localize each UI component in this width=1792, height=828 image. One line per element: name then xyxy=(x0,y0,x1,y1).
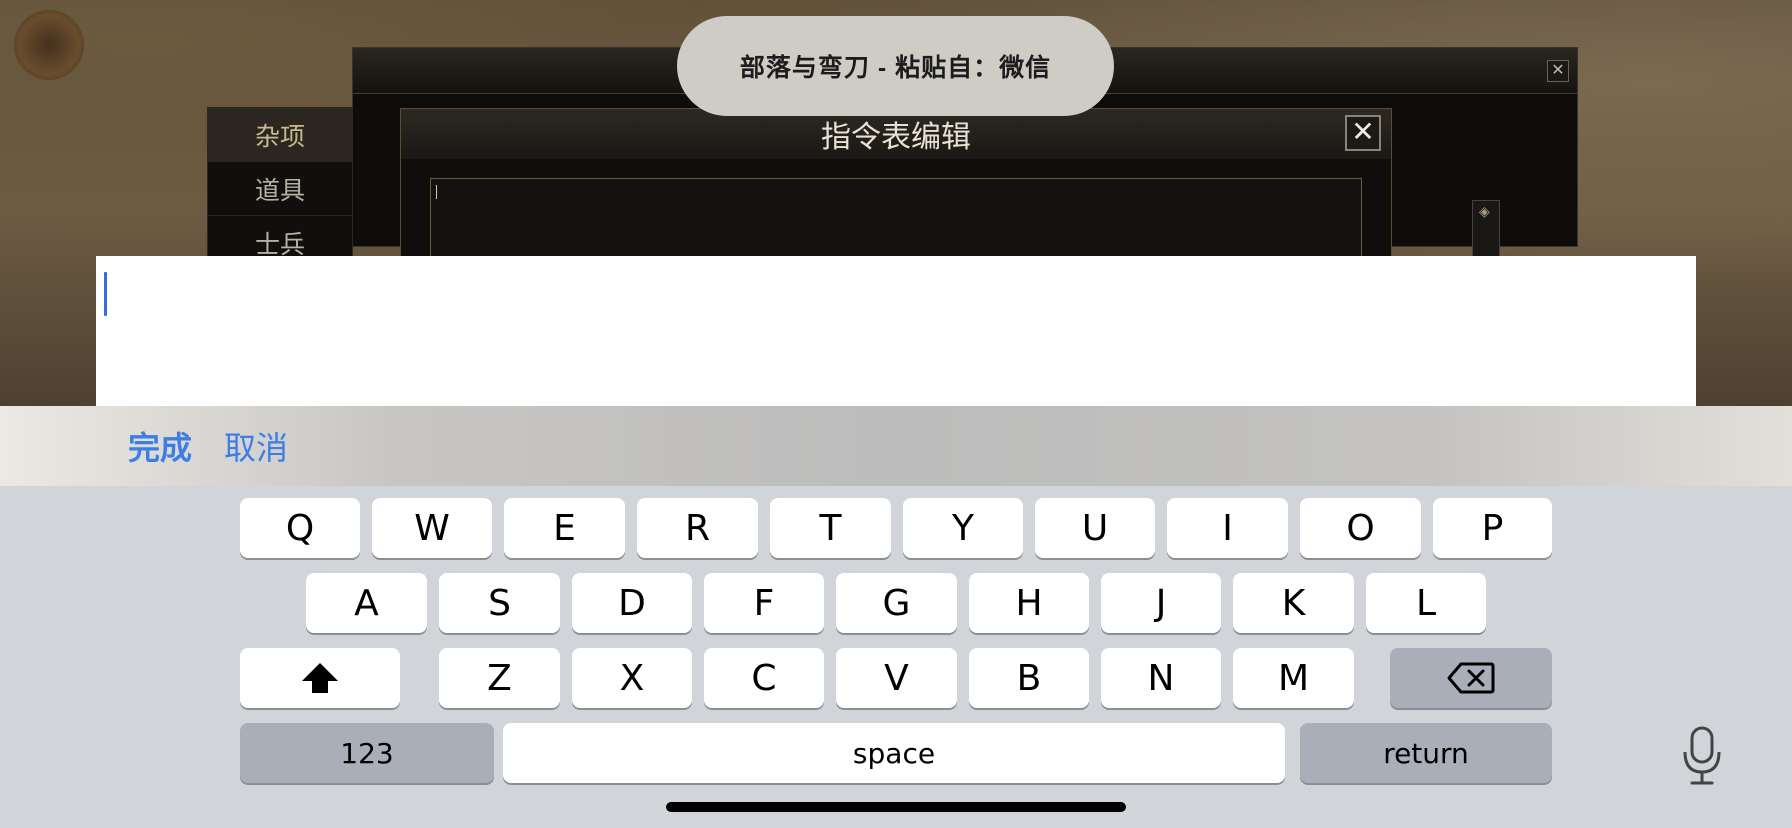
microphone-icon[interactable] xyxy=(1680,726,1724,786)
text-caret xyxy=(104,272,107,316)
key-c[interactable]: C xyxy=(704,648,824,708)
key-l[interactable]: L xyxy=(1366,573,1486,633)
side-menu-item-misc[interactable]: 杂项 xyxy=(208,108,352,162)
backspace-key[interactable] xyxy=(1390,648,1552,708)
key-b[interactable]: B xyxy=(969,648,1089,708)
cancel-button[interactable]: 取消 xyxy=(224,423,288,469)
key-d[interactable]: D xyxy=(572,573,692,633)
numbers-key[interactable]: 123 xyxy=(240,723,494,783)
key-k[interactable]: K xyxy=(1233,573,1354,633)
key-e[interactable]: E xyxy=(504,498,625,558)
key-r[interactable]: R xyxy=(637,498,758,558)
shift-key[interactable] xyxy=(240,648,400,708)
side-menu: 杂项 道具 士兵 xyxy=(207,107,353,270)
key-q[interactable]: Q xyxy=(240,498,360,558)
dialog-caret xyxy=(436,185,437,199)
dialog-title: 指令表编辑 xyxy=(401,109,1391,159)
key-v[interactable]: V xyxy=(836,648,957,708)
key-n[interactable]: N xyxy=(1101,648,1221,708)
paste-toast: 部落与弯刀 - 粘贴自：微信 xyxy=(677,16,1114,116)
key-p[interactable]: P xyxy=(1433,498,1552,558)
done-button[interactable]: 完成 xyxy=(128,423,192,469)
backspace-icon xyxy=(1447,662,1495,694)
key-u[interactable]: U xyxy=(1035,498,1155,558)
key-o[interactable]: O xyxy=(1300,498,1421,558)
return-key[interactable]: return xyxy=(1300,723,1552,783)
dialog-close-icon[interactable]: ✕ xyxy=(1345,115,1381,151)
home-indicator xyxy=(666,802,1126,812)
game-medallion-icon xyxy=(14,10,84,80)
key-z[interactable]: Z xyxy=(439,648,560,708)
scroll-diamond-icon: ◈ xyxy=(1479,203,1490,219)
key-j[interactable]: J xyxy=(1101,573,1221,633)
text-input-field[interactable] xyxy=(96,256,1696,406)
key-s[interactable]: S xyxy=(439,573,560,633)
space-key[interactable]: space xyxy=(503,723,1285,783)
key-i[interactable]: I xyxy=(1167,498,1288,558)
key-x[interactable]: X xyxy=(572,648,692,708)
keyboard-accessory-bar: 完成 取消 xyxy=(0,406,1792,486)
side-menu-item-items[interactable]: 道具 xyxy=(208,162,352,216)
key-f[interactable]: F xyxy=(704,573,824,633)
outer-window-close-icon[interactable]: ✕ xyxy=(1547,60,1569,82)
key-g[interactable]: G xyxy=(836,573,957,633)
key-a[interactable]: A xyxy=(306,573,427,633)
command-table-dialog: 指令表编辑 ✕ xyxy=(400,108,1392,298)
shift-arrow-icon xyxy=(302,663,338,693)
key-y[interactable]: Y xyxy=(903,498,1023,558)
key-w[interactable]: W xyxy=(372,498,492,558)
key-t[interactable]: T xyxy=(770,498,891,558)
key-h[interactable]: H xyxy=(969,573,1089,633)
scrollbar[interactable]: ◈ xyxy=(1472,200,1500,260)
key-m[interactable]: M xyxy=(1233,648,1354,708)
